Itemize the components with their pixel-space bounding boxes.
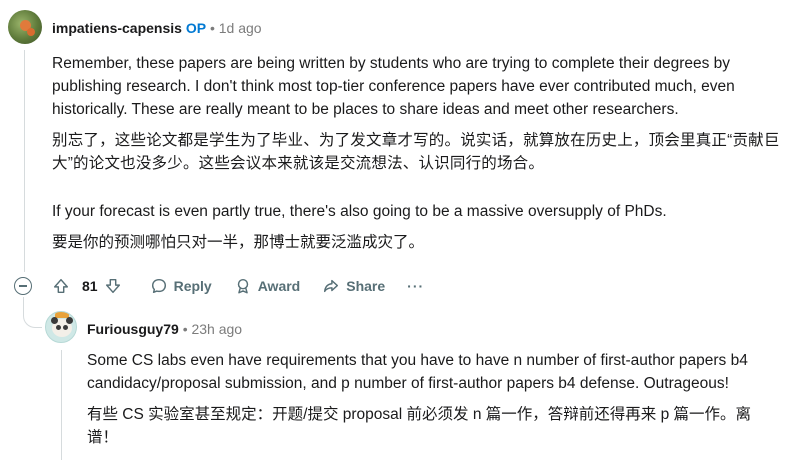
reply-thread-line[interactable]: [61, 350, 62, 460]
more-options-icon: ···: [407, 278, 425, 294]
meta-separator: •: [209, 20, 215, 36]
op-paragraph-en-2: If your forecast is even partly true, th…: [52, 203, 667, 220]
share-label: Share: [346, 278, 386, 294]
award-icon: [237, 278, 248, 294]
reply-comment-meta: Furiousguy79 • 23h ago: [87, 320, 242, 338]
reply-paragraph-en: Some CS labs even have requirements that…: [87, 352, 748, 392]
op-comment-body: Remember, these papers are being written…: [52, 52, 787, 254]
reply-timestamp[interactable]: 23h ago: [191, 321, 242, 337]
reply-thread-connector: [23, 297, 42, 328]
op-timestamp[interactable]: 1d ago: [219, 20, 262, 36]
op-comment-meta: impatiens-capensis OP • 1d ago: [52, 19, 262, 37]
op-badge: OP: [185, 20, 207, 36]
reply-comment-body: Some CS labs even have requirements that…: [87, 349, 777, 449]
reply-paragraph-zh: 有些 CS 实验室甚至规定：开题/提交 proposal 前必须发 n 篇一作，…: [87, 406, 751, 446]
op-paragraph-zh-2: 要是你的预测哪怕只对一半，那博士就要泛滥成灾了。: [52, 234, 425, 251]
collapse-thread-button[interactable]: [14, 277, 32, 295]
reply-label: Reply: [173, 278, 212, 294]
avatar-ear-left: [51, 317, 58, 324]
op-username[interactable]: impatiens-capensis: [52, 20, 182, 36]
reply-button[interactable]: Reply: [150, 277, 212, 295]
upvote-icon[interactable]: [52, 277, 70, 295]
downvote-icon[interactable]: [104, 277, 122, 295]
op-paragraph-zh-1: 别忘了，这些论文都是学生为了毕业、为了发文章才写的。说实话，就算放在历史上，顶会…: [52, 132, 780, 172]
comment-bubble-icon: [151, 278, 166, 294]
more-options-button[interactable]: ···: [407, 278, 424, 294]
vote-group: 81: [52, 277, 128, 295]
reply-username[interactable]: Furiousguy79: [87, 321, 179, 337]
vote-score: 81: [82, 278, 98, 294]
share-button[interactable]: Share: [322, 277, 385, 295]
share-arrow-icon: [324, 279, 339, 293]
meta-separator: •: [182, 321, 188, 337]
op-action-bar: 81 Reply Award Share ···: [52, 277, 446, 295]
op-paragraph-en-1: Remember, these papers are being written…: [52, 55, 735, 118]
op-avatar[interactable]: [8, 10, 42, 44]
award-label: Award: [257, 278, 301, 294]
avatar-eye-right: [63, 325, 68, 330]
award-button[interactable]: Award: [234, 277, 301, 295]
reply-avatar[interactable]: [45, 311, 77, 343]
avatar-ear-right: [66, 317, 73, 324]
thread-line[interactable]: [24, 50, 25, 272]
avatar-eye-left: [56, 325, 61, 330]
